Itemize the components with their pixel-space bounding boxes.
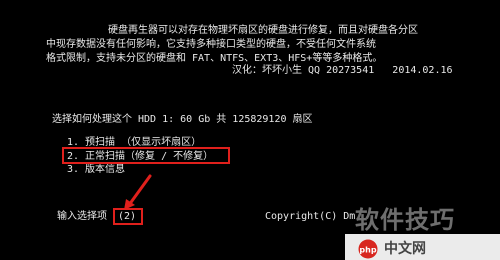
highlight-box-input xyxy=(113,208,143,225)
menu-option-version-info[interactable]: 3. 版本信息 xyxy=(67,164,125,176)
intro-line-3: 格式限制，支持未分区的硬盘和 FAT、NTFS、EXT3、HFS+等等多种格式。 xyxy=(46,53,383,64)
translator-credit: 汉化：坏坏小生 QQ 20273541 2014.02.16 xyxy=(232,65,453,76)
php-logo-icon: php xyxy=(358,239,378,259)
highlight-box-normal-scan xyxy=(62,147,230,164)
watermark-badge-text: 中文网 xyxy=(384,241,426,257)
intro-line-1: 硬盘再生器可以对存在物理坏扇区的硬盘进行修复，而且对硬盘各分区 xyxy=(108,25,418,36)
input-choice-label: 输入选择项 xyxy=(57,211,107,222)
intro-line-2: 中现存数据没有任何影响，它支持多种接口类型的硬盘，不受任何文件系统 xyxy=(46,39,376,50)
copyright-text: Copyright(C) Dm xyxy=(265,211,356,222)
svg-text:php: php xyxy=(359,246,376,255)
dos-console-screen: 硬盘再生器可以对存在物理坏扇区的硬盘进行修复，而且对硬盘各分区 中现存数据没有任… xyxy=(0,0,500,260)
hdd-choice-prompt: 选择如何处理这个 HDD 1: 60 Gb 共 125829120 扇区 xyxy=(52,114,313,125)
red-arrow-icon xyxy=(124,174,152,210)
watermark-text: 软件技巧 xyxy=(355,206,455,234)
